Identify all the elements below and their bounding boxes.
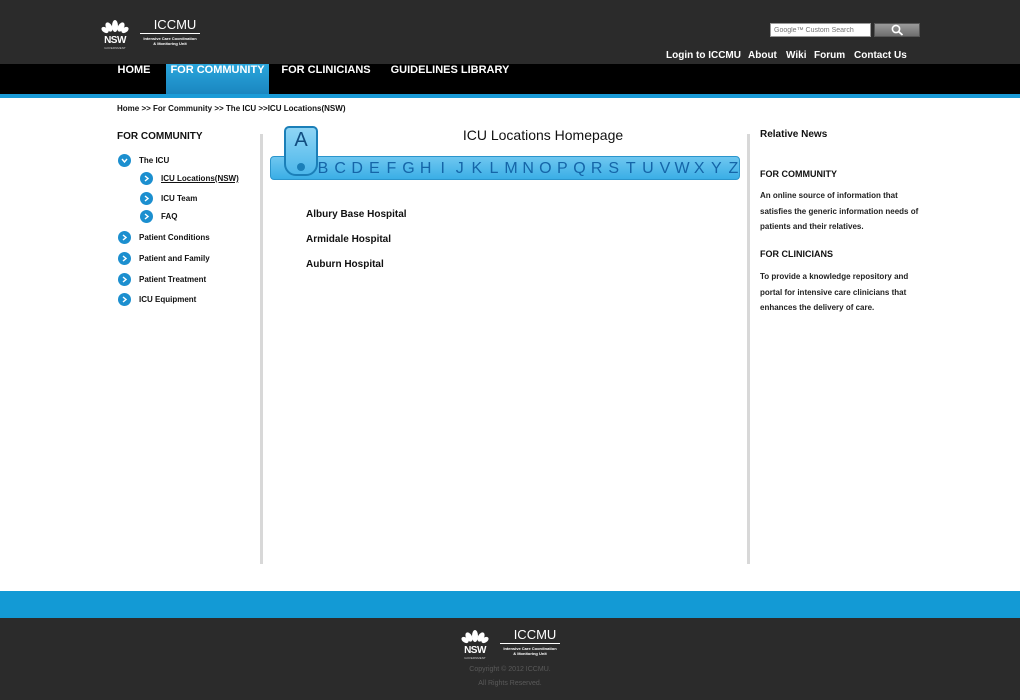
iccmu-logo[interactable]: NSW GOVERNMENT ICCMU Intensive Care Coor…	[100, 18, 204, 52]
sidebar-item-icu-equipment[interactable]: ICU Equipment	[118, 293, 196, 306]
hospital-link[interactable]: Albury Base Hospital	[306, 209, 407, 220]
login-link[interactable]: Login to ICCMU	[666, 50, 741, 61]
chevron-right-icon	[118, 252, 131, 265]
logo-subtitle-line2: & Monitoring Unit	[153, 41, 187, 46]
selected-letter: A	[294, 129, 308, 151]
letter-x[interactable]: X	[691, 160, 707, 178]
nav-for-clinicians[interactable]: FOR CLINICIANS	[278, 64, 374, 94]
letter-d[interactable]: D	[349, 160, 365, 178]
left-divider	[260, 134, 263, 564]
logo-name: ICCMU	[513, 627, 557, 642]
government-wordmark: GOVERNMENT	[464, 656, 486, 660]
sidebar-item-label: ICU Equipment	[139, 295, 197, 304]
letter-j[interactable]: J	[452, 160, 468, 178]
contact-us-link[interactable]: Contact Us	[854, 50, 907, 61]
letter-t[interactable]: T	[623, 160, 639, 178]
letter-s[interactable]: S	[606, 160, 622, 178]
site-footer: NSW GOVERNMENT ICCMU Intensive Care Coor…	[0, 618, 1020, 700]
letter-n[interactable]: N	[520, 160, 536, 178]
chevron-right-icon	[118, 231, 131, 244]
chevron-right-icon	[118, 293, 131, 306]
sidebar-item-icu-team[interactable]: ICU Team	[140, 192, 197, 205]
sidebar-item-faq[interactable]: FAQ	[140, 210, 177, 223]
chevron-right-icon	[140, 192, 153, 205]
letter-q[interactable]: Q	[572, 160, 588, 178]
letter-u[interactable]: U	[640, 160, 656, 178]
letter-o[interactable]: O	[537, 160, 553, 178]
letter-h[interactable]: H	[418, 160, 434, 178]
sidebar-item-label: ICU Locations(NSW)	[161, 174, 239, 183]
footer-band	[0, 591, 1020, 618]
selected-letter-dot	[297, 163, 305, 171]
chevron-right-icon	[140, 210, 153, 223]
letter-r[interactable]: R	[589, 160, 605, 178]
government-wordmark: GOVERNMENT	[104, 46, 126, 50]
sidebar-title: FOR COMMUNITY	[117, 131, 203, 142]
letter-b[interactable]: B	[315, 160, 331, 178]
nsw-wordmark: NSW	[104, 35, 126, 46]
logo-name: ICCMU	[153, 17, 197, 32]
nav-guidelines-library[interactable]: GUIDELINES LIBRARY	[388, 64, 512, 94]
nav-underline	[0, 94, 1020, 98]
letter-l[interactable]: L	[486, 160, 502, 178]
main-nav: HOME FOR COMMUNITY FOR CLINICIANS GUIDEL…	[0, 64, 1020, 94]
hospital-link[interactable]: Auburn Hospital	[306, 259, 384, 270]
logo-subtitle: Intensive Care Coordination & Monitoring…	[500, 646, 560, 656]
search-input[interactable]	[770, 23, 871, 37]
letter-m[interactable]: M	[503, 160, 519, 178]
letter-p[interactable]: P	[554, 160, 570, 178]
site-header: NSW GOVERNMENT ICCMU Intensive Care Coor…	[0, 0, 1020, 64]
logo-subtitle-line2: & Monitoring Unit	[513, 651, 547, 656]
letter-g[interactable]: G	[401, 160, 417, 178]
search-icon	[891, 24, 903, 36]
letter-z[interactable]: Z	[725, 160, 741, 178]
chevron-right-icon	[140, 172, 153, 185]
news-heading-community: FOR COMMUNITY	[760, 169, 837, 179]
sidebar-item-patient-treatment[interactable]: Patient Treatment	[118, 273, 206, 286]
letter-w[interactable]: W	[674, 160, 690, 178]
logo-subtitle: Intensive Care Coordination & Monitoring…	[140, 36, 200, 46]
about-link[interactable]: About	[748, 50, 777, 61]
news-body-community: An online source of information that sat…	[760, 191, 919, 231]
nav-for-community[interactable]: FOR COMMUNITY	[166, 64, 269, 94]
letter-e[interactable]: E	[366, 160, 382, 178]
letter-v[interactable]: V	[657, 160, 673, 178]
chevron-right-icon	[118, 273, 131, 286]
rights-text: All Rights Reserved.	[478, 680, 542, 687]
hospital-link[interactable]: Armidale Hospital	[306, 234, 391, 245]
nav-home[interactable]: HOME	[110, 64, 158, 94]
logo-rule	[500, 643, 560, 644]
news-title: Relative News	[760, 129, 828, 140]
letter-f[interactable]: F	[383, 160, 399, 178]
logo-rule	[140, 33, 200, 34]
sidebar-item-patient-conditions[interactable]: Patient Conditions	[118, 231, 210, 244]
copyright-text: Copyright © 2012 ICCMU.	[469, 666, 551, 673]
sidebar-item-label: Patient Treatment	[139, 275, 207, 284]
sidebar-item-label: Patient and Family	[139, 254, 210, 263]
news-heading-clinicians: FOR CLINICIANS	[760, 249, 833, 259]
letter-y[interactable]: Y	[708, 160, 724, 178]
letter-i[interactable]: I	[435, 160, 451, 178]
page-title: ICU Locations Homepage	[462, 127, 624, 143]
sidebar-item-label: Patient Conditions	[139, 233, 210, 242]
sidebar-item-the-icu[interactable]: The ICU	[118, 154, 169, 167]
forum-link[interactable]: Forum	[814, 50, 845, 61]
chevron-down-icon	[118, 154, 131, 167]
nsw-wordmark: NSW	[464, 645, 486, 656]
sidebar-item-label: FAQ	[161, 212, 178, 221]
footer-logo: NSW GOVERNMENT ICCMU Intensive Care Coor…	[460, 628, 564, 662]
right-divider	[747, 134, 750, 564]
letter-c[interactable]: C	[332, 160, 348, 178]
letter-k[interactable]: K	[469, 160, 485, 178]
wiki-link[interactable]: Wiki	[786, 50, 806, 61]
search-button[interactable]	[874, 23, 920, 37]
sidebar-item-label: The ICU	[139, 156, 170, 165]
breadcrumb[interactable]: Home >> For Community >> The ICU >>ICU L…	[117, 104, 345, 113]
sidebar-item-label: ICU Team	[161, 194, 198, 203]
sidebar-item-icu-locations[interactable]: ICU Locations(NSW)	[140, 172, 239, 185]
news-body-clinicians: To provide a knowledge repository and po…	[760, 272, 909, 312]
sidebar-item-patient-and-family[interactable]: Patient and Family	[118, 252, 210, 265]
